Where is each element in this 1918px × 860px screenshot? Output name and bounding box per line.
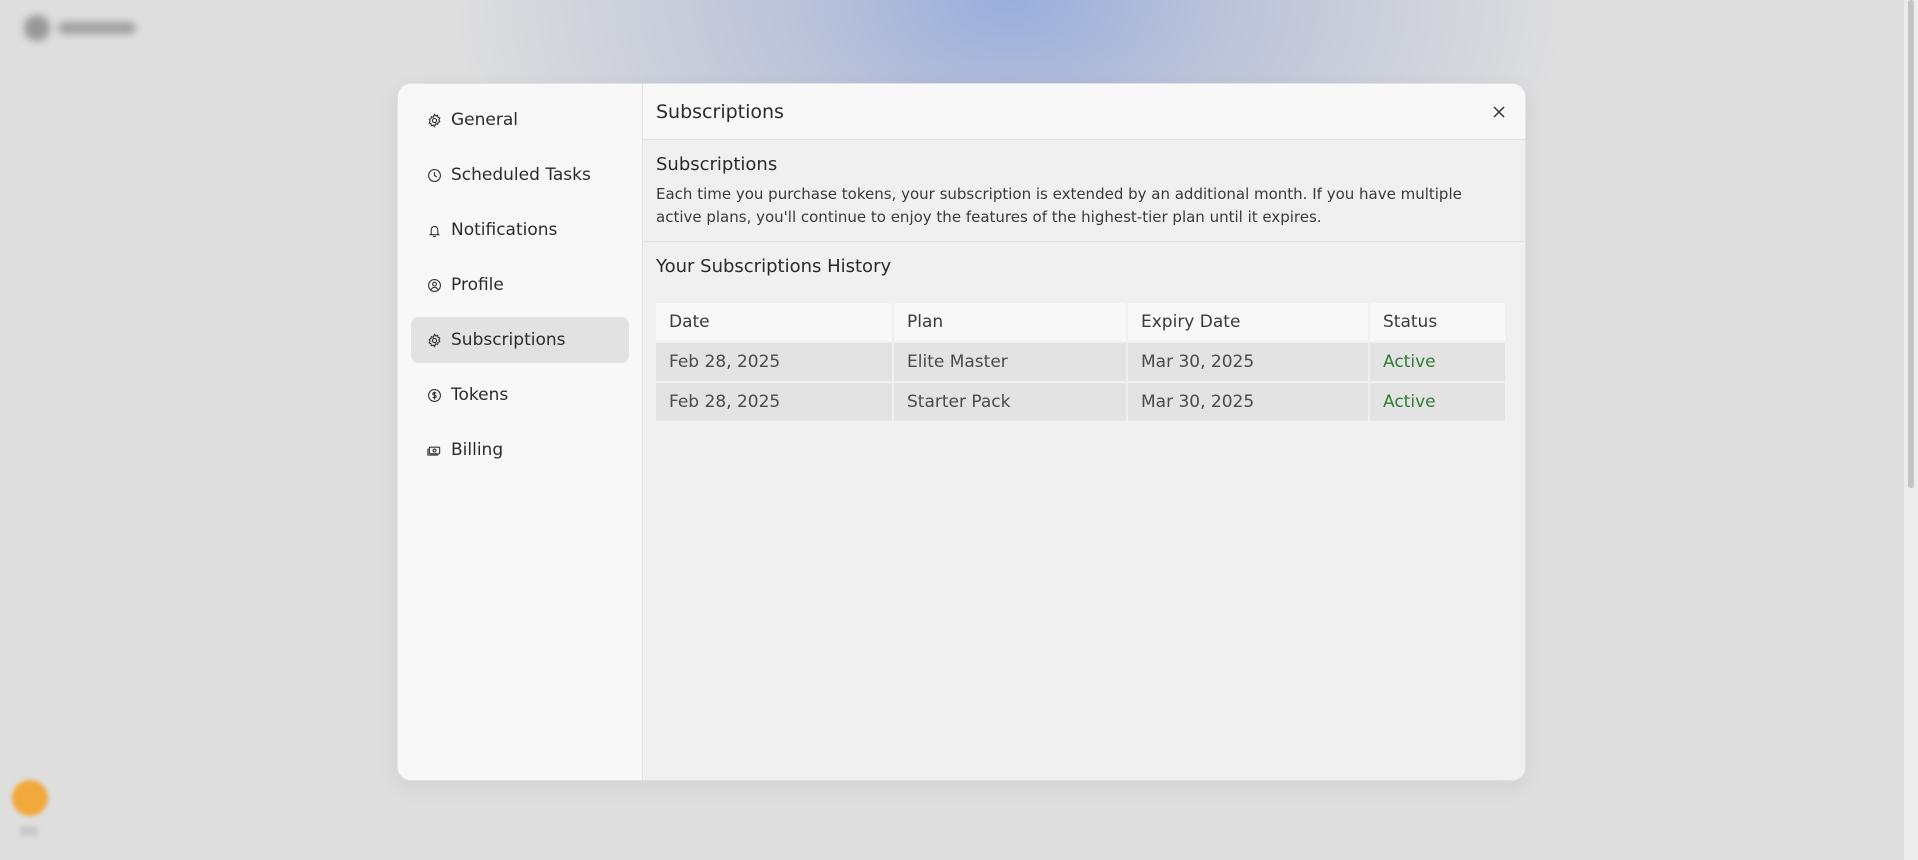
settings-modal: General Scheduled Tasks Notifications Pr… xyxy=(397,83,1526,781)
sidebar-item-label: Subscriptions xyxy=(451,330,566,350)
sidebar-item-label: Billing xyxy=(451,440,504,460)
cell-date: Feb 28, 2025 xyxy=(656,343,892,381)
page-scrollbar[interactable] xyxy=(1904,0,1918,860)
scrollbar-thumb[interactable] xyxy=(1908,0,1914,488)
cell-expiry-date: Mar 30, 2025 xyxy=(1128,383,1368,421)
sidebar-item-label: Notifications xyxy=(451,220,558,240)
sidebar-item-notifications[interactable]: Notifications xyxy=(411,207,629,253)
cell-date: Feb 28, 2025 xyxy=(656,383,892,421)
sidebar-item-label: General xyxy=(451,110,518,130)
badge-icon xyxy=(426,332,442,348)
column-header-status: Status xyxy=(1370,303,1505,341)
subscriptions-history: Your Subscriptions History Date Plan Exp… xyxy=(643,242,1525,423)
table-header-row: Date Plan Expiry Date Status xyxy=(656,303,1505,341)
cell-plan: Elite Master xyxy=(894,343,1126,381)
intro-description: Each time you purchase tokens, your subs… xyxy=(656,185,1462,226)
subscriptions-table: Date Plan Expiry Date Status Feb 28, 202… xyxy=(654,301,1507,423)
logo-mark xyxy=(24,15,50,41)
sidebar-item-tokens[interactable]: Tokens xyxy=(411,372,629,418)
table-row: Feb 28, 2025 Elite Master Mar 30, 2025 A… xyxy=(656,343,1505,381)
close-button[interactable] xyxy=(1487,100,1511,124)
sidebar-item-subscriptions[interactable]: Subscriptions xyxy=(411,317,629,363)
user-circle-icon xyxy=(426,277,442,293)
table-row: Feb 28, 2025 Starter Pack Mar 30, 2025 A… xyxy=(656,383,1505,421)
sidebar-item-billing[interactable]: Billing xyxy=(411,427,629,473)
clock-icon xyxy=(426,167,442,183)
intro-heading: Subscriptions xyxy=(656,154,778,175)
chat-launcher-button[interactable] xyxy=(12,780,48,816)
sidebar-item-label: Tokens xyxy=(451,385,509,405)
cash-icon xyxy=(426,442,442,458)
cell-expiry-date: Mar 30, 2025 xyxy=(1128,343,1368,381)
history-heading: Your Subscriptions History xyxy=(656,256,892,277)
app-logo xyxy=(24,15,139,41)
coin-icon xyxy=(426,387,442,403)
logo-text xyxy=(58,22,136,34)
column-header-expiry-date: Expiry Date xyxy=(1128,303,1368,341)
modal-header: Subscriptions xyxy=(643,84,1525,140)
settings-content: Subscriptions Subscriptions Each time yo… xyxy=(643,84,1525,780)
chat-launcher-label xyxy=(20,826,38,836)
subscriptions-intro: Subscriptions Each time you purchase tok… xyxy=(643,140,1525,242)
cell-plan: Starter Pack xyxy=(894,383,1126,421)
cell-status: Active xyxy=(1370,343,1505,381)
settings-sidebar: General Scheduled Tasks Notifications Pr… xyxy=(398,84,643,780)
sidebar-item-label: Profile xyxy=(451,275,504,295)
cell-status: Active xyxy=(1370,383,1505,421)
modal-title: Subscriptions xyxy=(656,100,784,123)
column-header-plan: Plan xyxy=(894,303,1126,341)
gear-icon xyxy=(426,112,442,128)
sidebar-item-label: Scheduled Tasks xyxy=(451,165,591,185)
close-icon xyxy=(1493,105,1505,118)
sidebar-item-general[interactable]: General xyxy=(411,97,629,143)
sidebar-item-scheduled-tasks[interactable]: Scheduled Tasks xyxy=(411,152,629,198)
column-header-date: Date xyxy=(656,303,892,341)
sidebar-item-profile[interactable]: Profile xyxy=(411,262,629,308)
bell-icon xyxy=(426,222,442,238)
